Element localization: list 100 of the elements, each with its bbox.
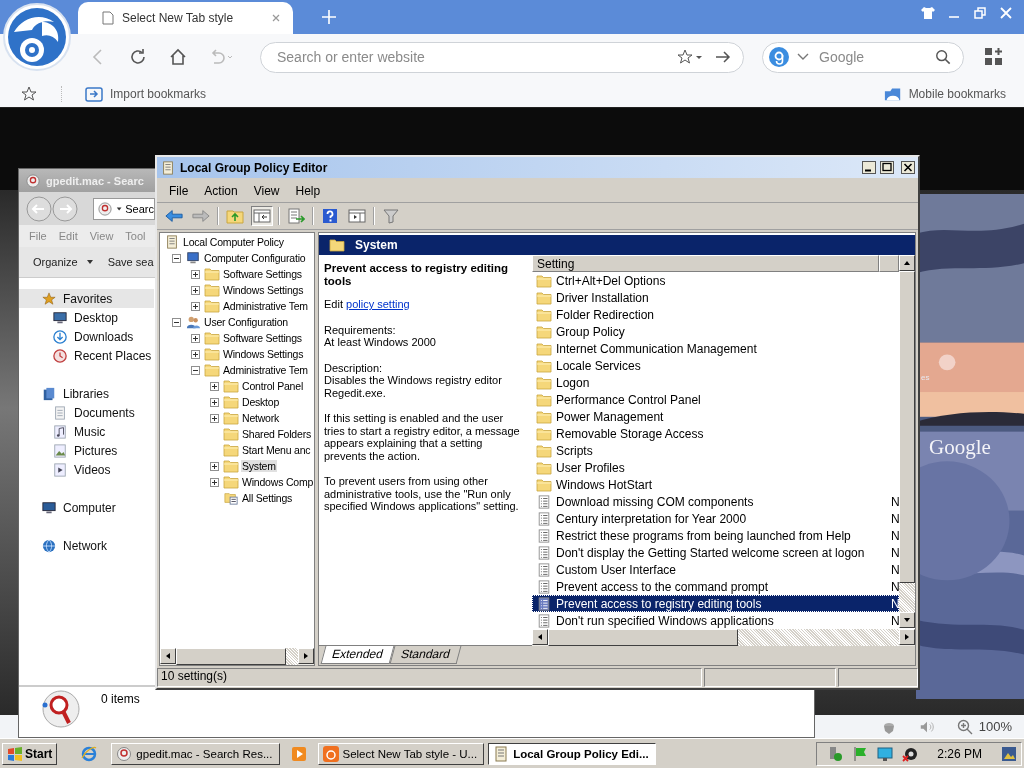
setting-row[interactable]: Windows HotStart [532, 476, 899, 493]
nav-item[interactable]: Desktop [19, 308, 154, 327]
setting-row[interactable]: Performance Control Panel [532, 391, 899, 408]
column-header[interactable]: Setting [532, 255, 879, 272]
setting-row[interactable]: Restrict these programs from being launched from Help N [532, 527, 899, 544]
tree-item[interactable]: Windows Settings [222, 284, 305, 296]
maximize-button[interactable] [880, 161, 894, 174]
setting-row[interactable]: Removable Storage Access [532, 425, 899, 442]
setting-row[interactable]: Prevent access to the command prompt N [532, 578, 899, 595]
ie-icon[interactable] [81, 745, 98, 762]
address-field[interactable]: Searc [93, 197, 155, 220]
scroll-right-button[interactable] [298, 648, 314, 664]
menu-item[interactable]: Action [196, 184, 246, 198]
scroll-thumb[interactable] [899, 271, 915, 583]
nav-item[interactable]: Recent Places [19, 346, 154, 365]
tree-item[interactable]: Administrative Tem [222, 364, 309, 376]
column-header-edge[interactable] [879, 255, 899, 272]
tree-item[interactable]: Start Menu anc [241, 444, 312, 456]
speaker-icon[interactable] [902, 745, 919, 762]
setting-row[interactable]: Internet Communication Management [532, 340, 899, 357]
collapse-icon[interactable] [172, 253, 181, 263]
arrow-right-icon[interactable] [713, 49, 733, 65]
setting-row[interactable]: Scripts [532, 442, 899, 459]
taskbar-button[interactable]: Local Group Policy Edi... [488, 742, 656, 765]
tree-item[interactable]: All Settings [241, 492, 294, 504]
tree-item[interactable]: Windows Comp [241, 476, 314, 488]
scroll-left-button[interactable] [532, 629, 548, 645]
setting-row[interactable]: Custom User Interface N [532, 561, 899, 578]
nav-item[interactable]: Network [19, 536, 154, 555]
nav-item[interactable]: Videos [19, 460, 154, 479]
start-button[interactable]: Start [2, 742, 58, 765]
taskbar-button[interactable]: Select New Tab style - U... [317, 742, 485, 765]
nav-item[interactable]: Libraries [19, 384, 154, 403]
setting-row[interactable]: Driver Installation [532, 289, 899, 306]
shirt-icon[interactable] [920, 5, 936, 21]
scroll-thumb[interactable] [548, 629, 738, 646]
expand-icon[interactable] [191, 269, 200, 279]
properties-icon[interactable] [346, 206, 368, 226]
tree-item[interactable]: Local Computer Policy [182, 236, 285, 248]
bookmark-link[interactable]: Import bookmarks [85, 85, 207, 102]
expand-icon[interactable] [210, 477, 219, 487]
nav-item[interactable]: Favorites [19, 289, 154, 308]
menu-item[interactable]: Help [287, 184, 329, 198]
collapse-icon[interactable] [191, 365, 200, 375]
scrollbar[interactable] [532, 629, 915, 646]
tree-item[interactable]: User Configuration [203, 316, 289, 328]
close-button[interactable] [901, 161, 915, 174]
menu-item[interactable]: File [161, 184, 197, 198]
view-tab[interactable]: Extended [320, 646, 395, 664]
setting-row[interactable]: Ctrl+Alt+Del Options [532, 272, 899, 289]
minimize-button[interactable] [862, 161, 876, 174]
star-icon[interactable] [677, 49, 703, 65]
mobile-bookmarks-link[interactable]: Mobile bookmarks [883, 85, 1006, 102]
setting-row[interactable]: Power Management [532, 408, 899, 425]
expand-icon[interactable] [191, 285, 200, 295]
setting-row[interactable]: Century interpretation for Year 2000 N [532, 510, 899, 527]
monitor-icon[interactable] [877, 745, 894, 762]
expand-icon[interactable] [210, 461, 219, 471]
tree-toggle-icon[interactable] [251, 206, 273, 226]
desktop-icon[interactable] [1001, 745, 1017, 762]
expand-icon[interactable] [210, 397, 219, 407]
setting-row[interactable]: User Profiles [532, 459, 899, 476]
setting-row[interactable]: Logon [532, 374, 899, 391]
export-list-icon[interactable] [285, 206, 307, 226]
close-icon[interactable] [998, 5, 1014, 21]
scroll-up-button[interactable] [899, 255, 915, 271]
zoom-button[interactable]: 100% [956, 718, 1012, 735]
caret-icon[interactable] [116, 205, 123, 212]
home-icon[interactable] [168, 47, 188, 67]
taskbar-button[interactable]: gpedit.mac - Search Res... [111, 742, 280, 765]
tree-item[interactable]: Control Panel [241, 380, 305, 392]
nav-item[interactable]: Downloads [19, 327, 154, 346]
nav-item[interactable]: Music [19, 422, 154, 441]
search-input[interactable]: Google [817, 48, 925, 66]
scrollbar[interactable] [899, 255, 915, 628]
back-arrow-icon[interactable] [163, 206, 185, 226]
search-icon[interactable] [933, 49, 953, 65]
chevron-down-icon[interactable] [797, 53, 809, 61]
close-icon[interactable] [271, 13, 281, 23]
address-input[interactable]: Search or enter website [275, 48, 667, 66]
scrollbar[interactable] [160, 648, 314, 665]
tree-item[interactable]: Network [241, 412, 281, 424]
setting-row[interactable]: Folder Redirection [532, 306, 899, 323]
tree-item[interactable]: Software Settings [222, 268, 303, 280]
expand-icon[interactable] [210, 413, 219, 423]
g-icon[interactable] [769, 47, 789, 67]
tree-item[interactable]: Software Settings [222, 332, 303, 344]
scroll-track[interactable] [286, 648, 298, 665]
setting-row[interactable]: Group Policy [532, 323, 899, 340]
menu-item[interactable]: View [245, 184, 288, 198]
scroll-right-button[interactable] [899, 629, 915, 645]
setting-row[interactable]: Locale Services [532, 357, 899, 374]
view-tab[interactable]: Standard [389, 646, 461, 664]
clock-time[interactable]: 2:26 PM [937, 746, 982, 761]
reload-icon[interactable] [128, 47, 148, 67]
apps-icon[interactable] [984, 47, 1004, 67]
setting-row[interactable]: Don't display the Getting Started welcome screen at logon N [532, 544, 899, 561]
scroll-left-button[interactable] [160, 648, 176, 664]
tree-item[interactable]: Windows Settings [222, 348, 305, 360]
tree-item[interactable]: Shared Folders [241, 428, 312, 440]
